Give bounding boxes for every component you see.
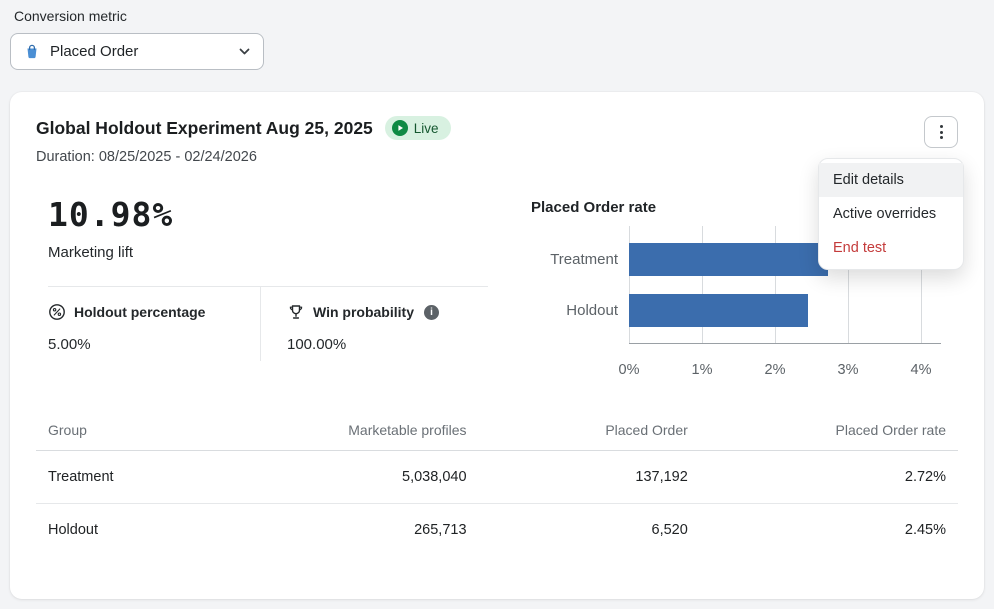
chart-bar-track (629, 294, 921, 327)
menu-item-end-test[interactable]: End test (819, 231, 963, 265)
placed-order-metric-icon (23, 43, 41, 61)
kebab-menu-button[interactable] (924, 116, 958, 148)
cell-placed-order-rate: 2.45% (700, 504, 958, 557)
conversion-metric-section: Conversion metric Placed Order (0, 0, 994, 70)
experiment-card: Global Holdout Experiment Aug 25, 2025 L… (10, 92, 984, 599)
holdout-percentage-icon (48, 303, 66, 321)
col-header-placed-order-rate: Placed Order rate (700, 414, 958, 451)
chart-bar (629, 294, 808, 327)
cell-placed-order: 6,520 (479, 504, 700, 557)
cell-group: Treatment (36, 451, 257, 504)
win-probability-stat: Win probability i 100.00% (260, 287, 488, 361)
cell-group: Holdout (36, 504, 257, 557)
status-badge-label: Live (414, 121, 439, 136)
chart-category-label: Holdout (531, 302, 629, 319)
context-menu: Edit details Active overrides End test (818, 158, 964, 270)
col-header-marketable-profiles: Marketable profiles (257, 414, 478, 451)
cell-marketable-profiles: 5,038,040 (257, 451, 478, 504)
table-row: Holdout 265,713 6,520 2.45% (36, 504, 958, 557)
chart-category-label: Treatment (531, 251, 629, 268)
chart-tick-label: 4% (911, 362, 932, 378)
stats-row: Holdout percentage 5.00% Win p (48, 286, 488, 361)
holdout-percentage-stat: Holdout percentage 5.00% (48, 287, 260, 361)
conversion-metric-value: Placed Order (50, 43, 229, 60)
col-header-group: Group (36, 414, 257, 451)
cell-marketable-profiles: 265,713 (257, 504, 478, 557)
chart-tick-label: 2% (765, 362, 786, 378)
win-probability-value: 100.00% (287, 336, 488, 353)
marketing-lift-label: Marketing lift (48, 244, 488, 261)
info-icon[interactable]: i (424, 305, 439, 320)
chart-row: Holdout (531, 285, 921, 336)
chart-tick-label: 3% (838, 362, 859, 378)
status-badge: Live (385, 116, 451, 140)
results-table: Group Marketable profiles Placed Order P… (36, 414, 958, 556)
win-probability-label: Win probability (313, 304, 414, 320)
marketing-lift-value: 10.98% (48, 195, 488, 234)
experiment-title: Global Holdout Experiment Aug 25, 2025 (36, 118, 373, 139)
col-header-placed-order: Placed Order (479, 414, 700, 451)
chart-tick-label: 0% (619, 362, 640, 378)
conversion-metric-select[interactable]: Placed Order (10, 33, 264, 70)
cell-placed-order-rate: 2.72% (700, 451, 958, 504)
table-header-row: Group Marketable profiles Placed Order P… (36, 414, 958, 451)
chart-x-axis (629, 343, 941, 344)
menu-item-active-overrides[interactable]: Active overrides (819, 197, 963, 231)
chart-ticks: 0%1%2%3%4% (629, 362, 921, 382)
trophy-icon (287, 303, 305, 321)
chevron-down-icon (238, 45, 251, 58)
chart-tick-label: 1% (692, 362, 713, 378)
holdout-percentage-label: Holdout percentage (74, 304, 205, 320)
holdout-percentage-value: 5.00% (48, 336, 260, 353)
live-play-icon (392, 120, 408, 136)
lift-panel: 10.98% Marketing lift Holdout (36, 195, 488, 384)
experiment-duration: Duration: 08/25/2025 - 02/24/2026 (36, 149, 451, 165)
card-header: Global Holdout Experiment Aug 25, 2025 L… (36, 116, 958, 165)
menu-item-edit-details[interactable]: Edit details (819, 163, 963, 197)
table-row: Treatment 5,038,040 137,192 2.72% (36, 451, 958, 504)
chart-bar (629, 243, 828, 276)
cell-placed-order: 137,192 (479, 451, 700, 504)
conversion-metric-label: Conversion metric (14, 8, 980, 24)
